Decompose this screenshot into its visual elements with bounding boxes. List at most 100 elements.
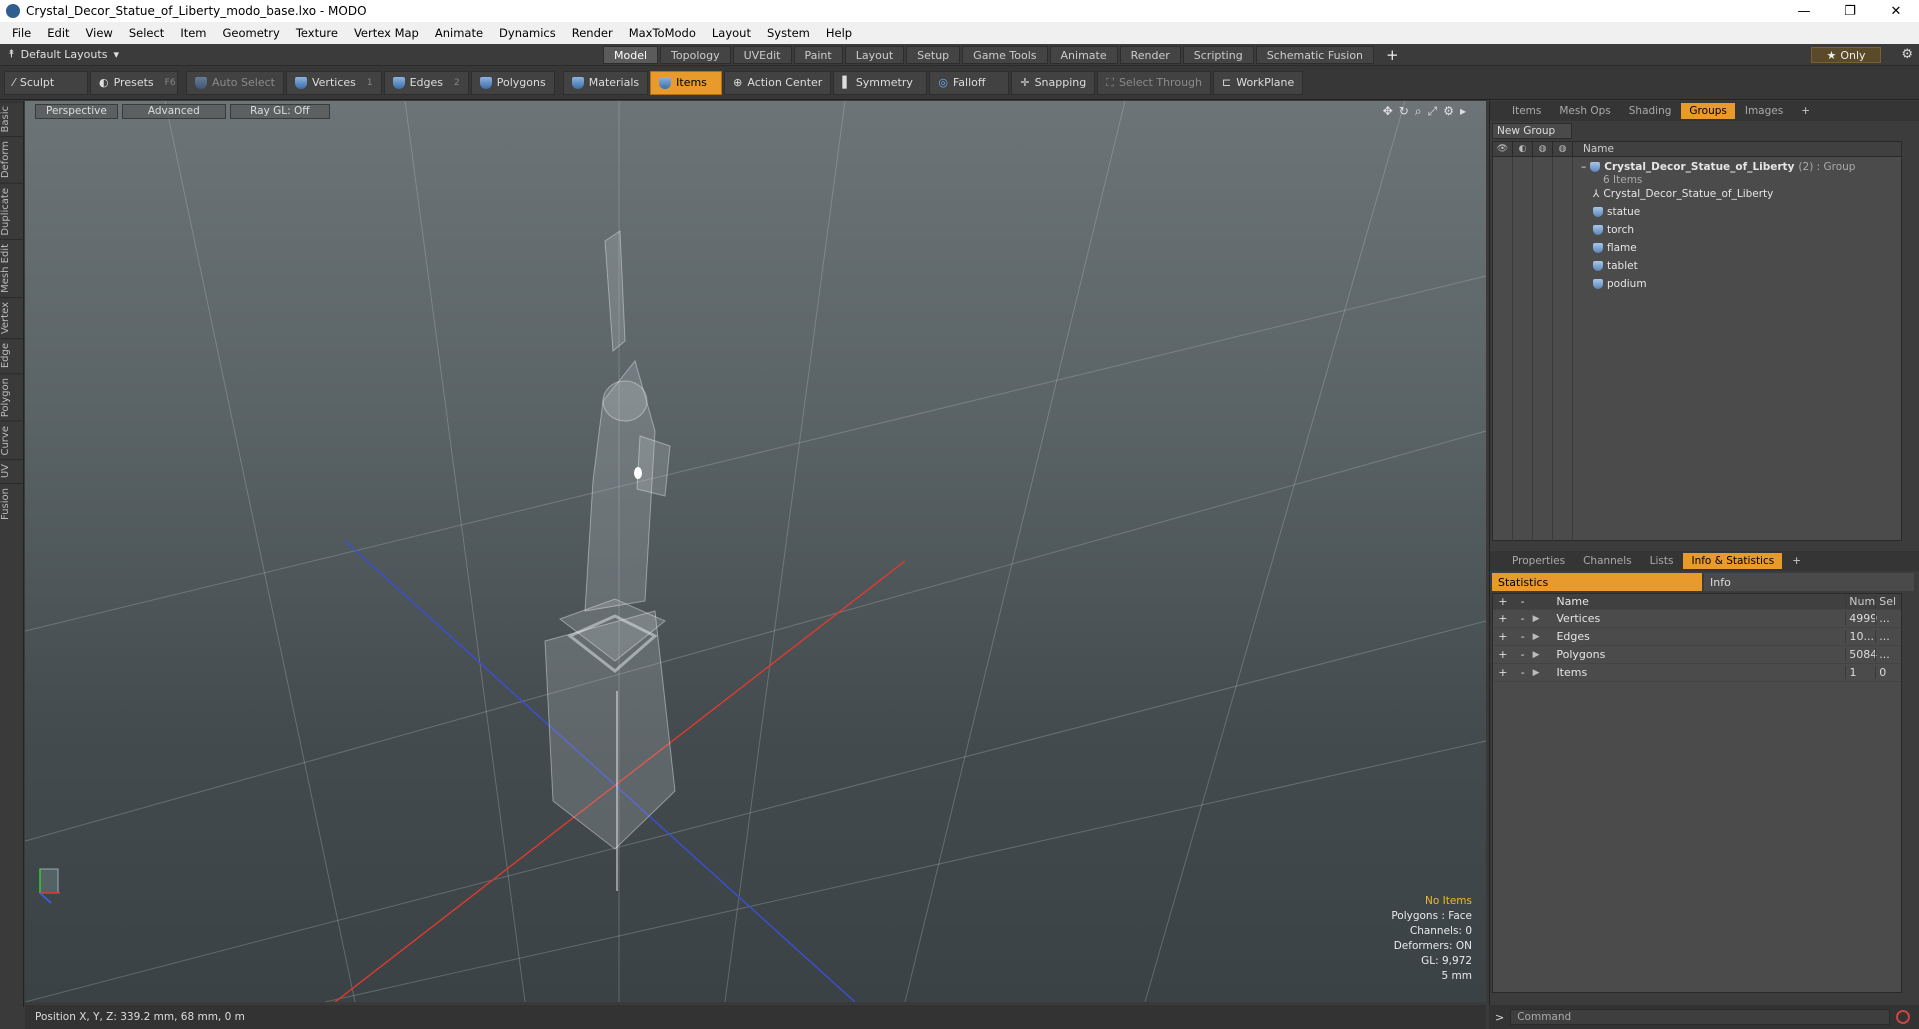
add-icon[interactable]: + <box>1493 630 1513 643</box>
viewport-raygl-toggle[interactable]: Ray GL: Off <box>229 103 330 119</box>
tab-layout[interactable]: Layout <box>844 46 905 64</box>
tab-channels[interactable]: Channels <box>1575 553 1640 569</box>
menu-edit[interactable]: Edit <box>39 26 77 40</box>
tab-lists[interactable]: Lists <box>1642 553 1682 569</box>
menu-texture[interactable]: Texture <box>288 26 346 40</box>
fit-view-icon[interactable]: ⤢ <box>1428 104 1438 119</box>
remove-icon[interactable]: - <box>1513 666 1533 679</box>
falloff-button[interactable]: ◎ Falloff <box>929 70 1010 95</box>
menu-layout[interactable]: Layout <box>704 26 759 40</box>
rotate-view-icon[interactable]: ↻ <box>1399 104 1409 119</box>
collapse-icon[interactable]: – <box>1581 161 1586 173</box>
table-row[interactable]: + - ▶ Edges 10... ... <box>1493 628 1901 646</box>
menu-vertex-map[interactable]: Vertex Map <box>346 26 427 40</box>
remove-icon[interactable]: - <box>1513 648 1533 661</box>
menu-render[interactable]: Render <box>564 26 621 40</box>
record-icon[interactable] <box>1896 1010 1911 1024</box>
list-item[interactable]: ⅄ Crystal_Decor_Statue_of_Liberty <box>1593 186 1773 202</box>
table-row[interactable]: + - ▶ Items 1 0 <box>1493 664 1901 682</box>
subtab-info[interactable]: Info <box>1704 573 1914 591</box>
menu-item[interactable]: Item <box>172 26 214 40</box>
tab-basic[interactable]: Basic <box>0 101 24 137</box>
select-through-button[interactable]: ⛶ Select Through <box>1097 70 1211 95</box>
command-input[interactable]: Command <box>1510 1009 1891 1025</box>
new-group-button[interactable]: New Group <box>1492 123 1572 139</box>
tab-deform[interactable]: Deform <box>0 136 24 183</box>
add-icon[interactable]: + <box>1493 612 1513 625</box>
tab-uvedit[interactable]: UVEdit <box>732 46 792 64</box>
tab-groups[interactable]: Groups <box>1681 103 1735 119</box>
only-toggle[interactable]: ★ Only <box>1811 47 1881 63</box>
viewport-settings-icon[interactable]: ⚙ <box>1443 104 1454 119</box>
edges-button[interactable]: Edges 2 <box>383 70 469 95</box>
snapping-button[interactable]: ✛ Snapping <box>1011 70 1096 95</box>
menu-animate[interactable]: Animate <box>427 26 491 40</box>
menu-view[interactable]: View <box>78 26 121 40</box>
subtab-statistics[interactable]: Statistics <box>1492 573 1702 591</box>
tab-shading[interactable]: Shading <box>1621 103 1680 119</box>
tab-game-tools[interactable]: Game Tools <box>962 46 1048 64</box>
tab-properties[interactable]: Properties <box>1504 553 1573 569</box>
maximize-button[interactable]: ❐ <box>1827 0 1873 22</box>
tab-render[interactable]: Render <box>1119 46 1181 64</box>
tab-vertex[interactable]: Vertex <box>0 297 24 339</box>
collapse-all-icon[interactable]: - <box>1513 595 1533 608</box>
menu-system[interactable]: System <box>759 26 818 40</box>
viewport-view-dropdown[interactable]: Perspective <box>35 103 118 119</box>
gear-icon[interactable]: ⚙ <box>1901 47 1913 62</box>
vertices-button[interactable]: Vertices 1 <box>285 70 382 95</box>
presets-button[interactable]: ◐ Presets F6 <box>90 70 178 95</box>
viewport-shading-dropdown[interactable]: Advanced <box>121 103 226 119</box>
polygons-button[interactable]: Polygons <box>470 70 555 95</box>
menu-maxtomodo[interactable]: MaxToModo <box>621 26 704 40</box>
move-view-icon[interactable]: ✥ <box>1383 104 1393 119</box>
auto-select-button[interactable]: Auto Select <box>186 70 284 95</box>
list-item[interactable]: statue <box>1593 204 1640 220</box>
materials-button[interactable]: Materials <box>562 70 649 95</box>
menu-file[interactable]: File <box>4 26 39 40</box>
table-row[interactable]: + - ▶ Vertices 4999 ... <box>1493 610 1901 628</box>
symmetry-button[interactable]: ▌ Symmetry <box>833 70 928 95</box>
tab-scripting[interactable]: Scripting <box>1182 46 1254 64</box>
expand-triangle-icon[interactable]: ▶ <box>1533 614 1549 624</box>
tab-edge[interactable]: Edge <box>0 338 24 373</box>
add-icon[interactable]: + <box>1493 666 1513 679</box>
add-tab-icon[interactable]: + <box>1376 46 1409 64</box>
visibility-column-icon[interactable]: 👁 <box>1493 141 1513 157</box>
select-column-icon[interactable]: ◍ <box>1553 141 1573 157</box>
render-column-icon[interactable]: ◐ <box>1513 141 1533 157</box>
menu-help[interactable]: Help <box>818 26 860 40</box>
add-panel-tab-icon[interactable]: + <box>1793 103 1818 119</box>
3d-viewport[interactable]: Perspective Advanced Ray GL: Off ✥ ↻ ⌕ ⤢… <box>25 101 1486 1002</box>
layout-dropdown[interactable]: ⯭ Default Layouts ▾ <box>8 47 119 61</box>
tab-mesh-ops[interactable]: Mesh Ops <box>1551 103 1618 119</box>
list-item[interactable]: tablet <box>1593 258 1638 274</box>
lock-column-icon[interactable]: ◍ <box>1533 141 1553 157</box>
list-item[interactable]: torch <box>1593 222 1634 238</box>
expand-arrow-icon[interactable]: ▸ <box>1460 104 1466 119</box>
action-center-button[interactable]: ⊕ Action Center <box>724 70 832 95</box>
tab-uv[interactable]: UV <box>0 459 24 483</box>
list-item[interactable]: flame <box>1593 240 1637 256</box>
zoom-view-icon[interactable]: ⌕ <box>1415 104 1422 119</box>
expand-triangle-icon[interactable]: ▶ <box>1533 632 1549 642</box>
menu-geometry[interactable]: Geometry <box>215 26 288 40</box>
tab-polygon[interactable]: Polygon <box>0 372 24 421</box>
expand-triangle-icon[interactable]: ▶ <box>1533 650 1549 660</box>
tab-curve[interactable]: Curve <box>0 420 24 460</box>
tab-images[interactable]: Images <box>1737 103 1791 119</box>
tab-setup[interactable]: Setup <box>906 46 961 64</box>
minimize-button[interactable]: — <box>1781 0 1827 22</box>
workplane-button[interactable]: ⊏ WorkPlane <box>1213 70 1304 95</box>
add-icon[interactable]: + <box>1493 648 1513 661</box>
tab-fusion[interactable]: Fusion <box>0 482 24 524</box>
tab-items[interactable]: Items <box>1504 103 1549 119</box>
tab-topology[interactable]: Topology <box>660 46 731 64</box>
tab-duplicate[interactable]: Duplicate <box>0 182 24 240</box>
close-button[interactable]: ✕ <box>1873 0 1919 22</box>
menu-dynamics[interactable]: Dynamics <box>491 26 564 40</box>
remove-icon[interactable]: - <box>1513 630 1533 643</box>
table-row[interactable]: + - ▶ Polygons 5084 ... <box>1493 646 1901 664</box>
tab-model[interactable]: Model <box>603 46 659 64</box>
items-button[interactable]: Items <box>650 70 723 95</box>
